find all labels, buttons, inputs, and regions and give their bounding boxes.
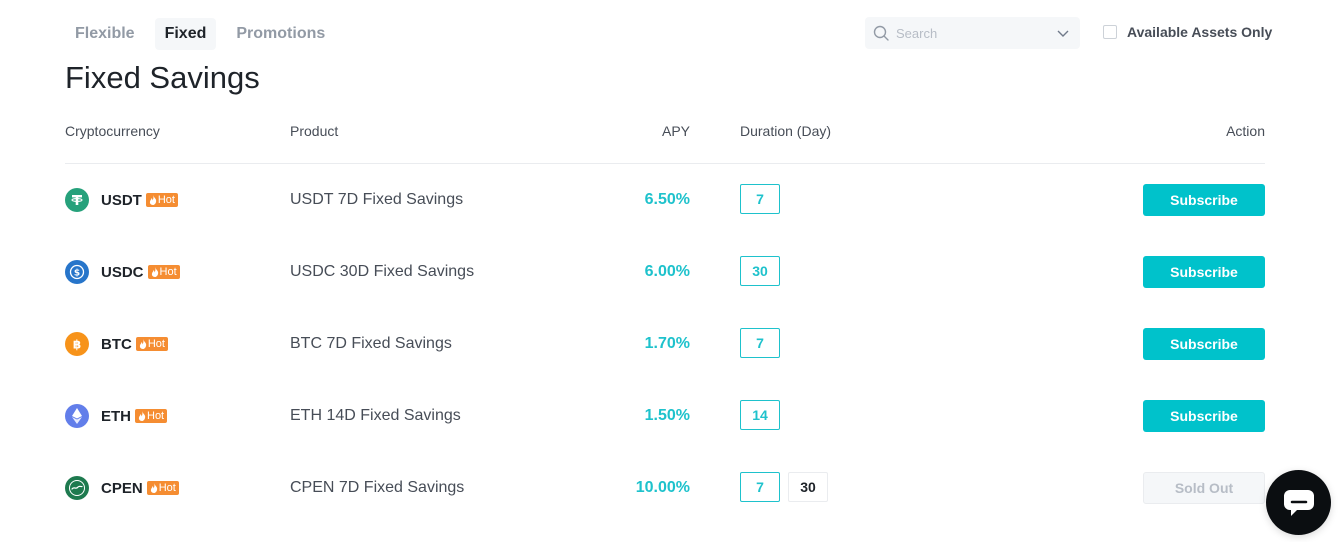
header-apy: APY xyxy=(661,123,690,139)
flame-icon xyxy=(139,339,147,349)
product-name: USDC 30D Fixed Savings xyxy=(290,263,475,280)
top-bar: Flexible Fixed Promotions Available Asse… xyxy=(0,0,1344,66)
header-cryptocurrency: Cryptocurrency xyxy=(65,123,160,139)
subscribe-button[interactable]: Subscribe xyxy=(1143,256,1265,288)
duration-options: 14 xyxy=(740,400,780,430)
table-row: CPEN Hot CPEN 7D Fixed Savings 10.00% 7 … xyxy=(65,452,1265,524)
tab-promotions[interactable]: Promotions xyxy=(226,18,335,50)
svg-text:$: $ xyxy=(74,268,80,278)
duration-option[interactable]: 7 xyxy=(740,328,780,358)
cpen-icon xyxy=(65,476,89,500)
flame-icon xyxy=(149,195,157,205)
product-name: BTC 7D Fixed Savings xyxy=(290,335,452,352)
table-row: USDT Hot USDT 7D Fixed Savings 6.50% 7 S… xyxy=(65,164,1265,236)
hot-badge: Hot xyxy=(135,409,168,423)
duration-options: 7 30 xyxy=(740,472,828,502)
coin-cell: ETH Hot xyxy=(65,404,168,428)
hot-badge: Hot xyxy=(145,193,178,207)
table-row: ฿ BTC Hot BTC 7D Fixed Savings 1.70% 7 S… xyxy=(65,308,1265,380)
coin-symbol: CPEN xyxy=(101,479,143,497)
duration-option[interactable]: 30 xyxy=(740,256,780,286)
search-input[interactable] xyxy=(896,25,1056,41)
available-assets-label: Available Assets Only xyxy=(1127,24,1273,40)
subscribe-button[interactable]: Subscribe xyxy=(1143,184,1265,216)
product-name: CPEN 7D Fixed Savings xyxy=(290,479,465,496)
coin-symbol: ETH xyxy=(101,407,131,425)
apy-value: 1.50% xyxy=(644,407,690,424)
duration-option[interactable]: 7 xyxy=(740,184,780,214)
coin-cell: USDT Hot xyxy=(65,188,178,212)
header-action: Action xyxy=(1226,123,1265,139)
product-name: ETH 14D Fixed Savings xyxy=(290,407,461,424)
bitcoin-icon: ฿ xyxy=(65,332,89,356)
subscribe-button[interactable]: Subscribe xyxy=(1143,400,1265,432)
usdc-icon: $ xyxy=(65,260,89,284)
hot-label: Hot xyxy=(147,338,165,350)
apy-value: 10.00% xyxy=(635,479,690,496)
search-icon xyxy=(873,25,889,41)
table-header: Cryptocurrency Product APY Duration (Day… xyxy=(65,118,1265,164)
duration-options: 7 xyxy=(740,184,780,214)
coin-cell: ฿ BTC Hot xyxy=(65,332,168,356)
asset-search[interactable] xyxy=(865,17,1080,49)
coin-symbol: USDC xyxy=(101,263,144,281)
product-name: USDT 7D Fixed Savings xyxy=(290,191,464,208)
tab-flexible[interactable]: Flexible xyxy=(65,18,145,50)
duration-option[interactable]: 7 xyxy=(740,472,780,502)
coin-symbol: BTC xyxy=(101,335,132,353)
hot-label: Hot xyxy=(159,266,177,278)
table-row: ETH Hot ETH 14D Fixed Savings 1.50% 14 S… xyxy=(65,380,1265,452)
duration-options: 30 xyxy=(740,256,780,286)
hot-label: Hot xyxy=(157,194,175,206)
page-title: Fixed Savings xyxy=(65,60,260,95)
tab-fixed[interactable]: Fixed xyxy=(154,18,217,50)
coin-cell: CPEN Hot xyxy=(65,476,179,500)
duration-option[interactable]: 14 xyxy=(740,400,780,430)
coin-symbol: USDT xyxy=(101,191,142,209)
chevron-down-icon[interactable] xyxy=(1056,26,1070,40)
flame-icon xyxy=(151,267,158,277)
apy-value: 6.50% xyxy=(644,191,690,208)
ethereum-icon xyxy=(65,404,89,428)
hot-label: Hot xyxy=(158,482,176,494)
chat-bubble-icon xyxy=(1283,489,1314,516)
header-duration: Duration (Day) xyxy=(740,123,832,139)
savings-tabs: Flexible Fixed Promotions xyxy=(65,18,335,50)
hot-badge: Hot xyxy=(146,481,179,495)
available-assets-checkbox[interactable] xyxy=(1103,25,1117,39)
svg-text:฿: ฿ xyxy=(73,338,81,352)
available-assets-filter[interactable]: Available Assets Only xyxy=(1103,24,1272,40)
duration-option[interactable]: 30 xyxy=(788,472,828,502)
sold-out-button: Sold Out xyxy=(1143,472,1265,504)
subscribe-button[interactable]: Subscribe xyxy=(1143,328,1265,360)
hot-label: Hot xyxy=(147,410,165,422)
flame-icon xyxy=(150,483,157,493)
table-row: $ USDC Hot USDC 30D Fixed Savings 6.00% … xyxy=(65,236,1265,308)
apy-value: 6.00% xyxy=(644,263,690,280)
apy-value: 1.70% xyxy=(644,335,690,352)
tether-icon xyxy=(65,188,89,212)
flame-icon xyxy=(138,411,146,421)
hot-badge: Hot xyxy=(147,265,180,279)
header-product: Product xyxy=(290,123,339,139)
hot-badge: Hot xyxy=(135,337,168,351)
duration-options: 7 xyxy=(740,328,780,358)
chat-button[interactable] xyxy=(1266,470,1331,535)
coin-cell: $ USDC Hot xyxy=(65,260,180,284)
